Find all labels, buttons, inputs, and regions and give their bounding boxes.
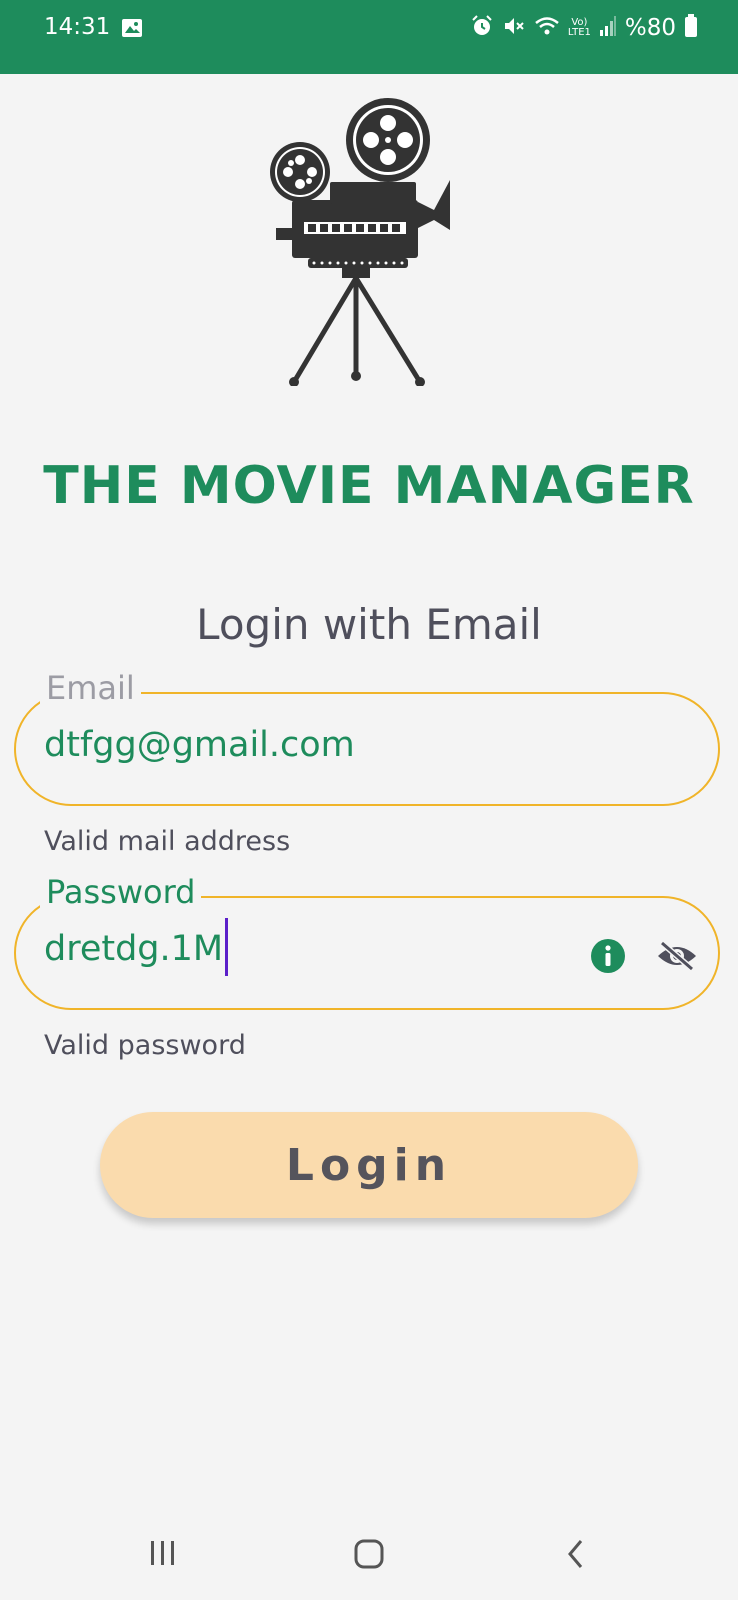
app-title: THE MOVIE MANAGER bbox=[43, 456, 695, 516]
network-label: LTE1 bbox=[567, 27, 591, 38]
password-helper-text: Valid password bbox=[44, 1030, 246, 1061]
back-icon[interactable] bbox=[565, 1538, 587, 1574]
battery-icon bbox=[684, 14, 698, 42]
login-button[interactable]: Login bbox=[100, 1112, 638, 1218]
navigation-bar bbox=[0, 1512, 738, 1600]
email-field[interactable]: Email dtfgg@gmail.com bbox=[14, 668, 720, 806]
password-value: dretdg.1M bbox=[44, 929, 224, 969]
email-helper-text: Valid mail address bbox=[44, 826, 291, 857]
password-input[interactable]: dretdg.1M bbox=[44, 918, 229, 976]
password-label: Password bbox=[40, 872, 202, 912]
email-label: Email bbox=[40, 668, 141, 708]
volte-icon: Vo) LTE1 bbox=[567, 17, 591, 38]
eye-off-icon[interactable] bbox=[656, 940, 698, 976]
mute-icon bbox=[502, 14, 526, 42]
gallery-icon bbox=[121, 18, 143, 42]
status-icons: Vo) LTE1 %80 bbox=[470, 14, 698, 42]
status-bar: 14:31 Vo) LTE1 %80 bbox=[0, 0, 738, 74]
wifi-icon bbox=[534, 14, 560, 42]
text-cursor bbox=[225, 918, 229, 976]
status-time: 14:31 bbox=[44, 14, 111, 40]
home-icon[interactable] bbox=[353, 1538, 385, 1574]
signal-icon bbox=[599, 15, 617, 41]
movie-camera-icon bbox=[270, 96, 450, 390]
page-subtitle: Login with Email bbox=[196, 600, 542, 649]
battery-percent: %80 bbox=[624, 15, 676, 41]
email-input[interactable]: dtfgg@gmail.com bbox=[44, 720, 355, 770]
info-icon[interactable] bbox=[590, 938, 626, 978]
recents-icon[interactable] bbox=[148, 1540, 178, 1570]
password-field[interactable]: Password dretdg.1M bbox=[14, 872, 720, 1010]
alarm-icon bbox=[470, 14, 494, 42]
